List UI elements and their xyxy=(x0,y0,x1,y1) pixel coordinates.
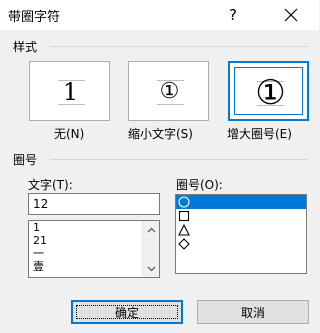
style-option-enlarge-symbol-label[interactable]: 增大圈号(E) xyxy=(227,125,292,142)
preview-guide-bottom xyxy=(157,104,184,105)
enclosure-item-circle[interactable] xyxy=(176,195,306,209)
list-item[interactable]: 壹 xyxy=(29,260,159,273)
scroll-down-button[interactable] xyxy=(143,260,159,277)
help-icon: ? xyxy=(229,6,237,24)
triangle-icon xyxy=(178,224,190,236)
style-option-none-label[interactable]: 无(N) xyxy=(54,125,84,142)
text-list-scrollbar[interactable] xyxy=(142,221,159,277)
help-button[interactable]: ? xyxy=(218,0,248,30)
enclosure-item-square[interactable] xyxy=(176,209,306,223)
list-item[interactable]: 21 xyxy=(29,234,159,247)
text-field-label: 文字(T): xyxy=(28,178,73,192)
style-option-none-preview: 1 xyxy=(34,66,105,116)
enclosure-item-diamond[interactable] xyxy=(176,237,306,251)
enclosure-item-triangle[interactable] xyxy=(176,223,306,237)
enclosure-section-divider xyxy=(50,159,308,160)
style-option-shrink-text-preview: ① xyxy=(133,66,204,116)
text-input[interactable]: 12 xyxy=(28,193,160,215)
enclosure-list[interactable] xyxy=(175,194,307,274)
close-icon xyxy=(284,8,298,22)
style-option-none[interactable]: 1 xyxy=(29,61,110,121)
text-suggestion-list[interactable]: 1 21 一 壹 xyxy=(28,220,160,278)
focus-rectangle xyxy=(76,305,178,319)
style-option-shrink-text-label[interactable]: 缩小文字(S) xyxy=(128,125,193,142)
close-button[interactable] xyxy=(272,0,310,30)
window-title: 带圈字符 xyxy=(8,10,61,25)
list-item[interactable]: 1 xyxy=(29,221,159,234)
diamond-icon xyxy=(178,238,190,250)
style-option-enlarge-symbol-glyph: ① xyxy=(255,73,286,113)
style-option-enlarge-symbol[interactable]: ① xyxy=(228,61,309,121)
chevron-down-icon xyxy=(147,266,156,271)
style-option-shrink-text-glyph: ① xyxy=(159,79,180,104)
scroll-up-button[interactable] xyxy=(143,221,159,238)
style-section-divider xyxy=(50,46,308,47)
cancel-button-label: 取消 xyxy=(240,305,265,320)
style-option-shrink-text[interactable]: ① xyxy=(128,61,209,121)
cancel-button[interactable]: 取消 xyxy=(197,300,309,324)
square-icon xyxy=(178,210,190,222)
enclose-characters-dialog: 带圈字符 ? 样式 1 无(N) ① 缩小文字(S) ① 增大圈号(E) 圈号 … xyxy=(0,0,319,333)
enclosure-section-label: 圈号 xyxy=(13,153,38,167)
list-item[interactable]: 一 xyxy=(29,247,159,260)
style-section-label: 样式 xyxy=(13,40,38,54)
style-option-none-glyph: 1 xyxy=(62,78,79,106)
chevron-up-icon xyxy=(147,227,156,232)
title-bar: 带圈字符 ? xyxy=(0,0,319,30)
enclosure-field-label: 圈号(O): xyxy=(176,178,223,192)
circle-icon xyxy=(178,196,190,208)
style-option-enlarge-symbol-preview: ① xyxy=(234,67,303,115)
ok-button[interactable]: 确定 xyxy=(71,300,183,324)
